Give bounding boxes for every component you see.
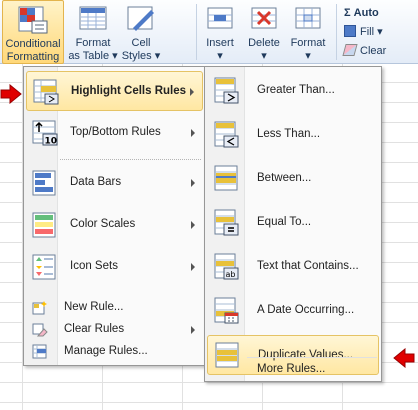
menu-item-new-rule[interactable]: New Rule... — [26, 297, 203, 319]
autosum-button[interactable]: Σ Auto — [344, 4, 379, 22]
submenu-item-label: More Rules... — [257, 363, 326, 375]
delete-label-2: ▾ — [261, 50, 267, 62]
conditional-formatting-menu: Highlight Cells Rules 10 Top/Bottom Rule… — [23, 66, 206, 366]
menu-item-label: Color Scales — [70, 218, 136, 230]
submenu-item-equal-to[interactable]: Equal To... — [207, 203, 379, 243]
menu-item-icon-sets[interactable]: Icon Sets — [26, 247, 203, 287]
submenu-arrow-icon — [191, 326, 195, 334]
clear-button[interactable]: Clear — [342, 42, 387, 60]
submenu-item-a-date-occurring[interactable]: A Date Occurring... — [207, 291, 379, 331]
menu-item-label: Highlight Cells Rules — [71, 85, 187, 97]
menu-item-highlight-cells-rules[interactable]: Highlight Cells Rules — [26, 71, 203, 111]
clear-label: Clear — [360, 45, 387, 57]
new-rule-icon — [32, 301, 47, 315]
menu-item-label: Manage Rules... — [64, 345, 148, 357]
date-occurring-icon — [214, 297, 239, 324]
clear-rules-icon — [32, 323, 48, 337]
delete-button[interactable]: Delete ▾ — [242, 0, 286, 64]
format-as-table-button[interactable]: Format as Table ▾ — [66, 0, 120, 64]
menu-item-data-bars[interactable]: Data Bars — [26, 163, 203, 203]
ribbon-separator — [196, 4, 197, 60]
format-label-1: Format — [290, 37, 326, 49]
conditional-formatting-button[interactable]: Conditional Formatting ▾ — [2, 0, 64, 75]
submenu-item-less-than[interactable]: Less Than... — [207, 115, 379, 155]
eraser-icon — [342, 44, 358, 56]
fill-button[interactable]: Fill ▾ — [344, 23, 383, 41]
insert-button[interactable]: Insert ▾ — [198, 0, 242, 64]
submenu-item-label: Between... — [257, 172, 312, 184]
ribbon: Conditional Formatting ▾ Format as Table… — [0, 0, 418, 75]
svg-text:10: 10 — [45, 137, 58, 147]
menu-item-clear-rules[interactable]: Clear Rules — [26, 319, 203, 341]
submenu-separator — [247, 357, 377, 358]
highlight-cells-icon — [33, 79, 59, 105]
submenu-arrow-icon — [191, 221, 195, 229]
submenu-item-label: Less Than... — [257, 128, 321, 140]
conditional-formatting-label-1: Conditional — [5, 38, 61, 50]
menu-item-label: Icon Sets — [70, 260, 118, 272]
ribbon-separator — [336, 4, 337, 60]
menu-item-top-bottom-rules[interactable]: 10 Top/Bottom Rules — [26, 113, 203, 153]
menu-separator — [60, 159, 201, 160]
between-icon — [214, 165, 238, 191]
menu-item-label: Data Bars — [70, 176, 122, 188]
format-cells-icon — [295, 7, 321, 29]
submenu-item-greater-than[interactable]: Greater Than... — [207, 71, 379, 111]
svg-text:ab: ab — [226, 270, 236, 279]
submenu-item-between[interactable]: Between... — [207, 159, 379, 199]
submenu-item-label: A Date Occurring... — [257, 304, 355, 316]
menu-item-label: Top/Bottom Rules — [70, 126, 161, 138]
color-scales-icon — [32, 212, 56, 238]
insert-label-2: ▾ — [217, 50, 223, 62]
data-bars-icon — [32, 170, 56, 196]
submenu-arrow-icon — [191, 129, 195, 137]
submenu-item-more-rules[interactable]: More Rules... — [207, 359, 379, 381]
conditional-formatting-icon — [18, 6, 48, 34]
red-arrow-icon — [0, 84, 22, 104]
top-bottom-rules-icon: 10 — [32, 120, 58, 146]
cell-styles-icon — [127, 6, 154, 31]
highlight-cells-rules-submenu: Greater Than... Less Than... Between... … — [204, 66, 382, 382]
text-contains-icon: ab — [214, 253, 239, 280]
insert-cells-icon — [207, 7, 233, 29]
format-as-table-label-1: Format — [75, 37, 111, 49]
red-arrow-icon — [393, 348, 415, 368]
submenu-item-label: Text that Contains... — [257, 260, 359, 272]
icon-sets-icon — [32, 254, 56, 280]
less-than-icon — [214, 121, 239, 148]
submenu-arrow-icon — [191, 179, 195, 187]
submenu-arrow-icon — [190, 88, 194, 96]
insert-label-1: Insert — [206, 37, 234, 49]
fill-down-icon — [344, 25, 356, 37]
format-label-2: ▾ — [305, 50, 311, 62]
submenu-item-label: Greater Than... — [257, 84, 335, 96]
menu-item-color-scales[interactable]: Color Scales — [26, 205, 203, 245]
format-as-table-label-2: as Table ▾ — [68, 50, 118, 62]
submenu-arrow-icon — [191, 263, 195, 271]
cell-styles-button[interactable]: Cell Styles ▾ — [120, 0, 162, 64]
format-button[interactable]: Format ▾ — [286, 0, 330, 64]
menu-item-label: New Rule... — [64, 301, 124, 313]
manage-rules-icon — [32, 344, 47, 359]
equal-to-icon — [214, 209, 239, 236]
format-as-table-icon — [79, 6, 107, 30]
menu-item-manage-rules[interactable]: Manage Rules... — [26, 341, 203, 363]
fill-label: Fill ▾ — [360, 26, 383, 38]
menu-item-label: Clear Rules — [64, 323, 125, 335]
submenu-item-label: Equal To... — [257, 216, 312, 228]
delete-label-1: Delete — [248, 37, 280, 49]
cell-styles-label-2: Styles ▾ — [121, 50, 161, 62]
cell-styles-label-1: Cell — [131, 37, 151, 49]
greater-than-icon — [214, 77, 239, 104]
delete-cells-icon — [251, 7, 277, 29]
autosum-label: Σ Auto — [344, 7, 379, 19]
submenu-item-text-that-contains[interactable]: ab Text that Contains... — [207, 247, 379, 287]
